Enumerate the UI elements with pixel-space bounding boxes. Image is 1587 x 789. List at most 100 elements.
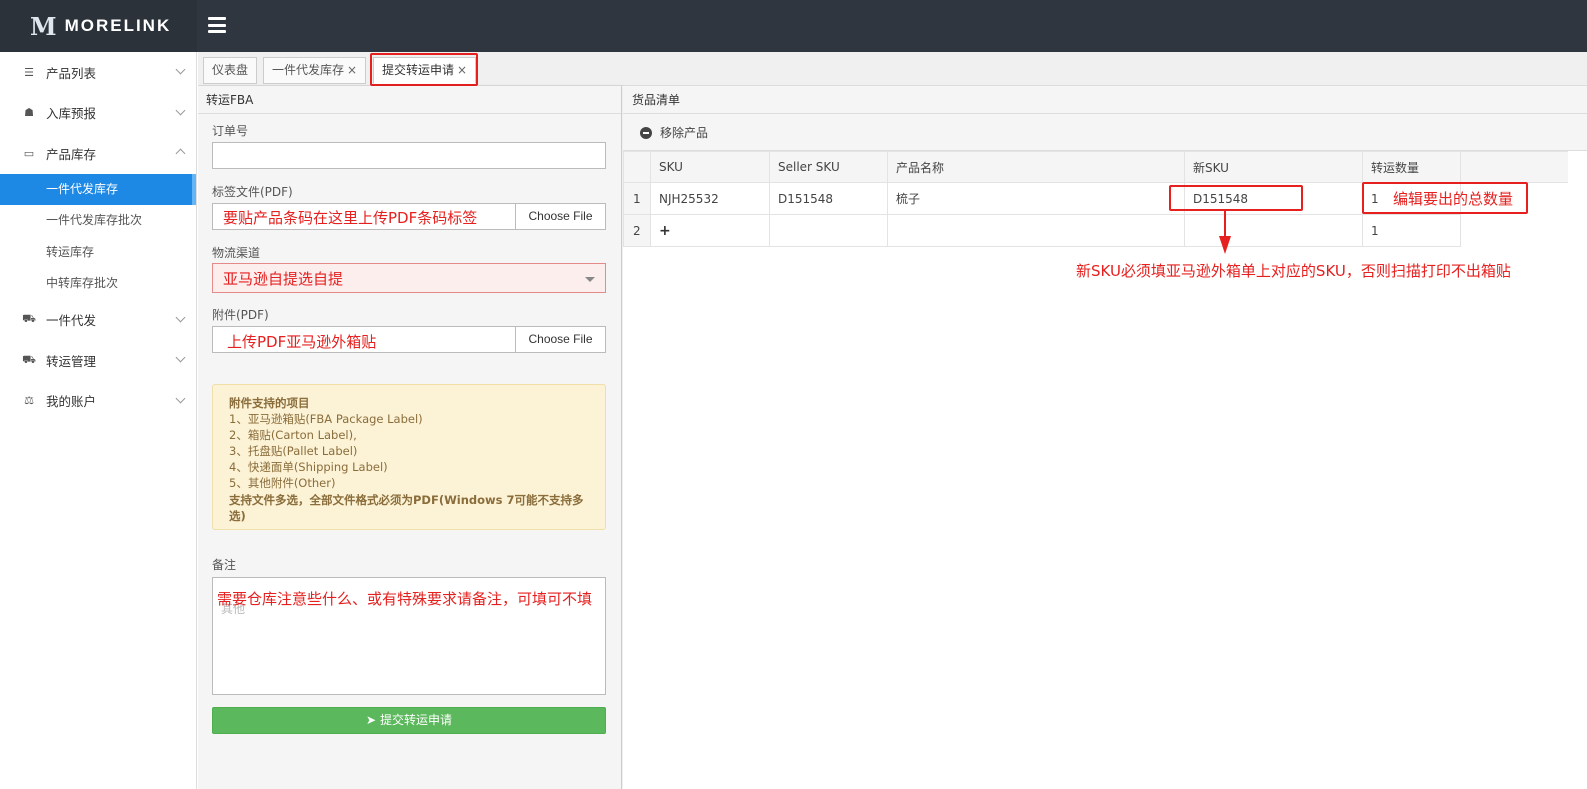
chevron-down-icon: [175, 105, 186, 115]
channel-label: 物流渠道: [212, 246, 261, 260]
remark-label: 备注: [212, 558, 237, 572]
column-header-empty: [1460, 151, 1568, 183]
table-header-row: SKU Seller SKU 产品名称 新SKU 转运数量: [623, 151, 1568, 183]
sidebar-subitem-transfer-inventory[interactable]: 转运库存: [0, 237, 196, 269]
channel-value: 亚马逊自提选自提: [223, 270, 344, 288]
logo-text: MORELINK: [64, 16, 172, 35]
choose-file-button[interactable]: Choose File: [515, 204, 605, 229]
remove-product-button[interactable]: 移除产品: [640, 124, 708, 141]
sidebar-item-inbound[interactable]: ☗ 入库预报: [0, 93, 196, 134]
chevron-down-icon: [175, 312, 186, 322]
chevron-down-icon: [175, 64, 186, 75]
sidebar-item-label: 一件代发: [46, 313, 97, 329]
attachment-note: 上传PDF亚马逊外箱贴: [227, 333, 377, 351]
row-number: 2: [623, 214, 651, 247]
label-file-input[interactable]: 要贴产品条码在这里上传PDF条码标签 Choose File: [212, 203, 606, 230]
tab-label: 仪表盘: [212, 63, 249, 77]
order-no-label: 订单号: [212, 124, 249, 138]
column-header[interactable]: Seller SKU: [769, 151, 888, 183]
qty-cell[interactable]: 1: [1362, 214, 1461, 247]
column-header[interactable]: SKU: [650, 151, 770, 183]
product-name-cell[interactable]: 梳子: [887, 182, 1185, 215]
new-sku-annotation: 新SKU必须填亚马逊外箱单上对应的SKU，否则扫描打印不出箱贴: [1076, 262, 1511, 280]
sidebar-item-account[interactable]: ⚖ 我的账户: [0, 381, 196, 422]
sku-cell[interactable]: NJH25532: [650, 182, 770, 215]
column-header[interactable]: 转运数量: [1362, 151, 1461, 183]
column-header[interactable]: 新SKU: [1184, 151, 1363, 183]
tab-label: 一件代发库存: [272, 63, 345, 77]
info-line: 5、其他附件(Other): [229, 476, 336, 490]
send-icon: ➤: [366, 713, 377, 727]
sidebar-item-transfer[interactable]: ⛟ 转运管理: [0, 340, 196, 381]
seller-sku-cell[interactable]: [769, 214, 888, 247]
sidebar-item-label: 入库预报: [46, 106, 97, 122]
annotation-arrow: [1224, 211, 1226, 239]
info-title: 附件支持的项目: [229, 396, 310, 410]
list-icon: ☰: [24, 65, 34, 79]
close-icon[interactable]: ×: [347, 63, 357, 77]
sidebar-subitem-transit-batches[interactable]: 中转库存批次: [0, 268, 196, 300]
label-file-label: 标签文件(PDF): [212, 185, 293, 199]
sidebar-item-product-list[interactable]: ☰ 产品列表: [0, 52, 196, 93]
annotation-box: [1169, 185, 1303, 211]
truck-icon: ⛟: [22, 312, 36, 326]
seller-sku-cell[interactable]: D151548: [769, 182, 888, 215]
channel-select[interactable]: 亚马逊自提选自提: [212, 263, 606, 293]
sidebar-item-label: 产品列表: [46, 65, 97, 81]
info-footer: 支持文件多选，全部文件格式必须为PDF(Windows 7可能不支持多选): [229, 493, 584, 523]
annotation-box: [370, 53, 478, 86]
info-line: 3、托盘贴(Pallet Label): [229, 444, 358, 458]
scale-icon: ⚖: [24, 394, 34, 408]
logo-mark: M: [30, 11, 57, 41]
remove-product-label: 移除产品: [660, 126, 709, 140]
chevron-down-icon: [175, 352, 186, 363]
minus-circle-icon: [640, 126, 652, 139]
sidebar: ☰ 产品列表 ☗ 入库预报 ▭ 产品库存 一件代发库存 一件代发库存批次 转运库…: [0, 52, 197, 789]
label-file-note: 要贴产品条码在这里上传PDF条码标签: [223, 209, 478, 227]
sidebar-item-dropship[interactable]: ⛟ 一件代发: [0, 300, 196, 341]
qty-annotation: 编辑要出的总数量: [1393, 190, 1514, 208]
transfer-form-panel: 转运FBA 订单号 标签文件(PDF) 要贴产品条码在这里上传PDF条码标签 C…: [198, 86, 622, 789]
sidebar-item-label: 产品库存: [46, 146, 97, 162]
tab-dashboard[interactable]: 仪表盘: [203, 57, 258, 84]
truck-icon: ⛟: [22, 352, 36, 366]
panel-title: 转运FBA: [198, 86, 621, 114]
chevron-up-icon: [175, 148, 186, 159]
sidebar-item-inventory[interactable]: ▭ 产品库存: [0, 133, 196, 174]
choose-file-button[interactable]: Choose File: [515, 327, 605, 352]
remark-note: 需要仓库注意些什么、或有特殊要求请备注，可填可不填: [217, 590, 593, 608]
tab-dropship-inventory[interactable]: 一件代发库存 ×: [263, 57, 367, 84]
row-number: 1: [623, 182, 651, 215]
info-line: 2、箱贴(Carton Label),: [229, 428, 357, 442]
sidebar-subitem-dropship-batches[interactable]: 一件代发库存批次: [0, 205, 196, 237]
attachment-file-input[interactable]: 上传PDF亚马逊外箱贴 Choose File: [212, 326, 606, 353]
inbox-icon: ☗: [24, 106, 34, 120]
menu-toggle-icon[interactable]: [208, 17, 226, 33]
attachment-info-box: 附件支持的项目 1、亚马逊箱贴(FBA Package Label) 2、箱贴(…: [212, 384, 606, 530]
add-row-cell[interactable]: +: [650, 214, 770, 247]
column-header[interactable]: 产品名称: [887, 151, 1185, 183]
row-number-header: [623, 151, 651, 183]
caret-down-icon: [585, 277, 595, 282]
new-sku-cell[interactable]: [1184, 214, 1363, 247]
arrow-down-icon: [1219, 236, 1231, 254]
order-no-input[interactable]: [212, 142, 606, 169]
sidebar-item-label: 我的账户: [46, 394, 97, 410]
logo[interactable]: M MORELINK: [0, 0, 197, 52]
sidebar-subitem-dropship-inventory[interactable]: 一件代发库存: [0, 173, 196, 205]
submit-label: 提交转运申请: [379, 713, 452, 727]
plus-icon[interactable]: +: [659, 223, 671, 239]
tab-bar: 仪表盘 一件代发库存 × 提交转运申请 ×: [198, 52, 1587, 86]
spacer-cell: [1461, 215, 1568, 247]
table-row[interactable]: 2 + 1: [623, 214, 1568, 247]
info-line: 4、快递面单(Shipping Label): [229, 460, 388, 474]
info-line: 1、亚马逊箱贴(FBA Package Label): [229, 412, 423, 426]
sidebar-item-label: 转运管理: [46, 353, 97, 369]
drive-icon: ▭: [23, 146, 35, 160]
chevron-down-icon: [175, 393, 186, 403]
goods-toolbar: 移除产品: [623, 114, 1587, 151]
remark-textarea[interactable]: 其他 需要仓库注意些什么、或有特殊要求请备注，可填可不填: [212, 577, 606, 695]
product-name-cell[interactable]: [887, 214, 1185, 247]
submit-transfer-button[interactable]: ➤ 提交转运申请: [212, 707, 606, 734]
goods-title: 货品清单: [623, 86, 1587, 114]
